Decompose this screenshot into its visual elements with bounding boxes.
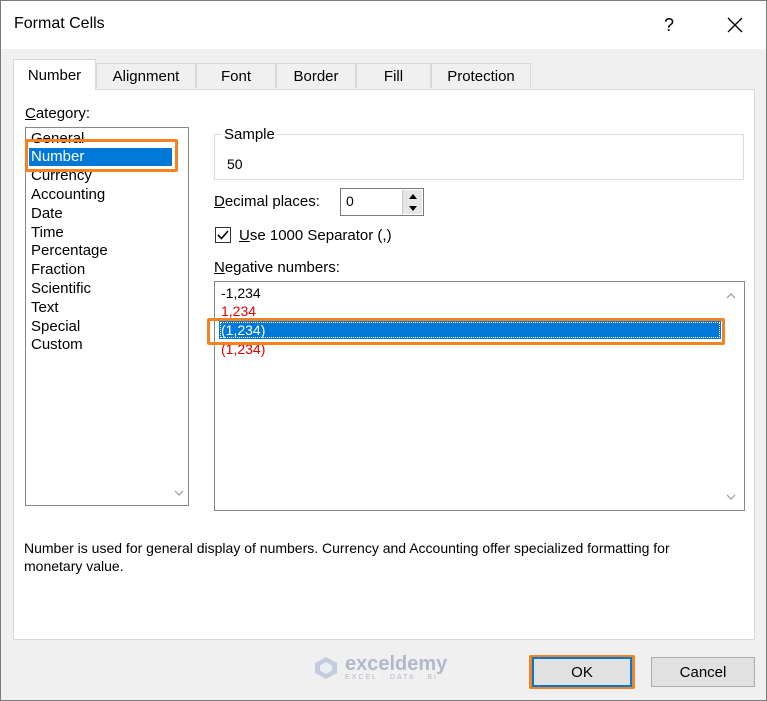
watermark-tagline: EXCEL · DATA · BI xyxy=(345,674,438,681)
chevron-up-icon xyxy=(726,293,736,299)
category-listbox[interactable]: General Number Currency Accounting Date … xyxy=(25,127,189,506)
tab-font[interactable]: Font xyxy=(196,63,276,88)
tab-alignment[interactable]: Alignment xyxy=(96,63,196,88)
category-description: Number is used for general display of nu… xyxy=(24,540,670,574)
format-cells-dialog: Format Cells ? Number Alignment Font Bor… xyxy=(0,0,767,701)
decimal-places-value: 0 xyxy=(346,193,354,209)
spinner-up-button[interactable] xyxy=(403,190,422,202)
sample-value: 50 xyxy=(227,156,243,172)
tab-number[interactable]: Number xyxy=(13,59,96,90)
ok-button[interactable]: OK xyxy=(532,657,632,687)
close-button[interactable] xyxy=(713,9,757,41)
sample-label: Sample xyxy=(222,126,277,143)
category-label: Category: xyxy=(25,105,91,122)
triangle-up-icon xyxy=(408,193,417,199)
tab-fill[interactable]: Fill xyxy=(356,63,431,88)
highlight-box-negative xyxy=(207,318,725,345)
dialog-title: Format Cells xyxy=(14,15,105,32)
decimal-places-label: Decimal places: xyxy=(214,193,320,210)
category-item-fraction[interactable]: Fraction xyxy=(31,261,85,279)
spinner-buttons xyxy=(402,190,422,214)
checkmark-icon xyxy=(217,230,229,240)
category-item-percentage[interactable]: Percentage xyxy=(31,242,108,260)
category-item-accounting[interactable]: Accounting xyxy=(31,186,105,204)
category-item-custom[interactable]: Custom xyxy=(31,336,83,354)
category-item-text[interactable]: Text xyxy=(31,299,59,317)
tab-border[interactable]: Border xyxy=(276,63,356,88)
title-bar[interactable]: Format Cells ? xyxy=(1,1,766,49)
negative-option[interactable]: -1,234 xyxy=(221,284,261,302)
chevron-down-icon xyxy=(726,494,736,500)
negative-numbers-listbox[interactable]: -1,234 1,234 (1,234) (1,234) xyxy=(214,281,745,511)
negative-scroll-down[interactable] xyxy=(724,490,738,504)
category-scroll-down[interactable] xyxy=(172,486,186,500)
negative-numbers-label: Negative numbers: xyxy=(214,259,340,276)
help-button[interactable]: ? xyxy=(649,9,689,41)
spinner-down-button[interactable] xyxy=(403,202,422,214)
exceldemy-watermark: exceldemy EXCEL · DATA · BI xyxy=(313,654,447,681)
sample-group: Sample 50 xyxy=(214,126,744,180)
category-item-date[interactable]: Date xyxy=(31,205,63,223)
negative-scroll-up[interactable] xyxy=(724,289,738,303)
chevron-down-icon xyxy=(174,490,184,496)
highlight-box-number xyxy=(25,139,178,172)
exceldemy-logo-icon xyxy=(315,656,337,679)
category-item-time[interactable]: Time xyxy=(31,224,64,242)
use-separator-label[interactable]: Use 1000 Separator (,) xyxy=(239,227,392,244)
category-item-special[interactable]: Special xyxy=(31,318,80,336)
help-icon: ? xyxy=(663,14,674,35)
triangle-down-icon xyxy=(408,205,417,211)
close-icon xyxy=(727,17,743,33)
watermark-name: exceldemy xyxy=(345,653,448,675)
decimal-places-spinner[interactable]: 0 xyxy=(340,188,424,216)
use-separator-checkbox[interactable] xyxy=(215,227,231,243)
category-item-scientific[interactable]: Scientific xyxy=(31,280,91,298)
tab-protection[interactable]: Protection xyxy=(431,63,531,88)
cancel-button[interactable]: Cancel xyxy=(651,657,755,687)
